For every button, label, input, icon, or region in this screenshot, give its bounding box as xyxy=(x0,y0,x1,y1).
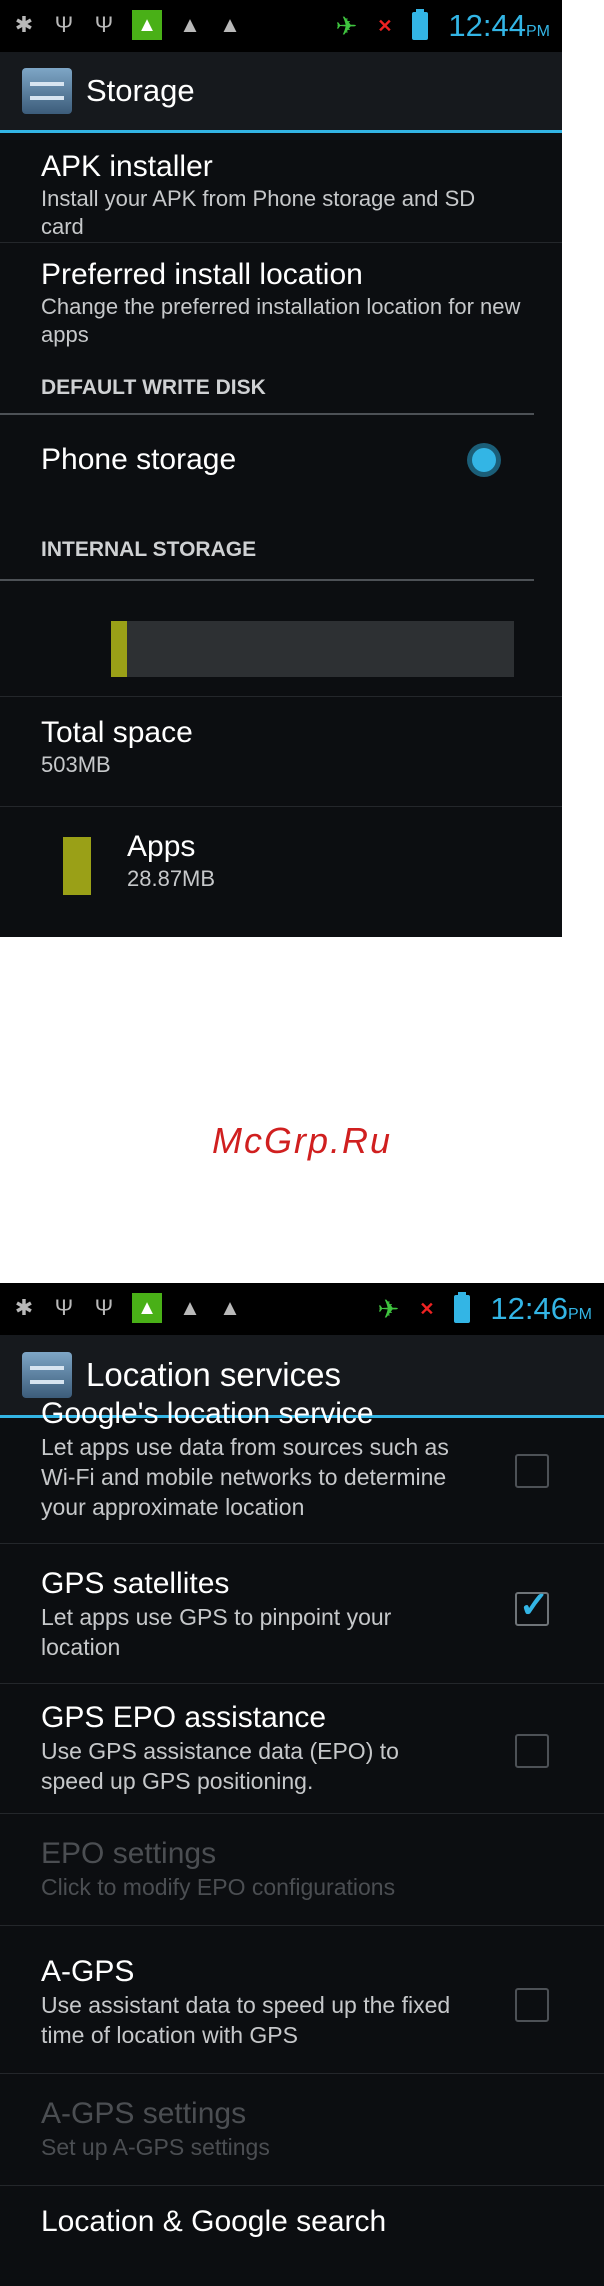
android-debug-icon: ✱ xyxy=(14,12,34,37)
gps-satellites-checkbox[interactable]: ✓ xyxy=(515,1584,549,1626)
airplane-icon: ✈ xyxy=(377,1293,400,1324)
item-summary: Use assistant data to speed up the fixed… xyxy=(41,1992,451,2048)
storage-usage-bar xyxy=(0,581,562,697)
item-summary: Let apps use data from sources such as W… xyxy=(41,1434,449,1520)
agps-item[interactable]: A-GPS Use assistant data to speed up the… xyxy=(0,1926,604,2074)
item-title: GPS satellites xyxy=(41,1567,230,1600)
warning-icon: ▲ xyxy=(219,12,241,37)
total-space-value: 503MB xyxy=(41,752,111,777)
apps-storage-item[interactable]: Apps 28.87MB xyxy=(0,807,562,917)
item-title: Location & Google search xyxy=(41,2205,387,2238)
watermark: McGrp.Ru xyxy=(211,1120,393,1161)
total-space-title: Total space xyxy=(41,716,193,749)
usage-bar-track xyxy=(111,621,514,677)
battery-icon xyxy=(412,9,429,40)
android-debug-icon: ✱ xyxy=(14,1295,34,1320)
item-title: A-GPS settings xyxy=(41,2097,247,2130)
internal-storage-header: INTERNAL STORAGE xyxy=(0,521,534,581)
gps-satellites-item[interactable]: GPS satellites Let apps use GPS to pinpo… xyxy=(0,1544,604,1684)
phone-storage-radio[interactable] xyxy=(472,448,496,472)
usb-icon: Ψ xyxy=(94,12,114,37)
status-bar: ✱ Ψ Ψ ▲ ▲ ▲ ✈ ✕ 12:46PM xyxy=(0,1283,604,1335)
location-services-screen: ✱ Ψ Ψ ▲ ▲ ▲ ✈ ✕ 12:46PM Location service… xyxy=(0,1283,604,2286)
google-location-checkbox[interactable] xyxy=(515,1454,549,1488)
page-title: Storage xyxy=(86,73,195,108)
usb-icon: Ψ xyxy=(94,1295,114,1320)
check-icon: ✓ xyxy=(519,1584,550,1625)
settings-app-icon[interactable] xyxy=(22,68,72,114)
location-google-search-item[interactable]: Location & Google search xyxy=(0,2186,604,2266)
phone-storage-option[interactable]: Phone storage xyxy=(0,415,562,505)
item-summary: Set up A-GPS settings xyxy=(41,2134,270,2160)
item-title: EPO settings xyxy=(41,1837,217,1870)
apps-value: 28.87MB xyxy=(127,866,216,891)
usb-icon: Ψ xyxy=(54,12,74,37)
item-summary: Click to modify EPO configurations xyxy=(41,1874,396,1900)
apk-installer-item[interactable]: APK installer Install your APK from Phon… xyxy=(0,133,562,243)
usage-bar-fill xyxy=(111,621,128,677)
google-location-service-item[interactable]: Google's location service Let apps use d… xyxy=(0,1396,604,1544)
settings-app-icon[interactable] xyxy=(22,1352,72,1398)
airplane-icon: ✈ xyxy=(335,10,358,41)
apps-color-swatch xyxy=(63,837,91,895)
agps-checkbox[interactable] xyxy=(515,1988,549,2022)
clock: 12:44PM xyxy=(448,8,550,43)
total-space-item: Total space 503MB xyxy=(0,697,562,807)
install-location-summary: Change the preferred installation locati… xyxy=(41,294,521,347)
warning-icon: ▲ xyxy=(179,12,201,37)
no-signal-icon: ✕ xyxy=(377,15,393,36)
apps-title: Apps xyxy=(127,830,196,863)
action-bar: Storage xyxy=(0,52,562,133)
item-summary: Use GPS assistance data (EPO) to speed u… xyxy=(41,1738,399,1794)
usb-icon: Ψ xyxy=(54,1295,74,1320)
storage-screen: ✱ Ψ Ψ ▲ ▲ ▲ ✈ ✕ 12:44PM Storage APK inst… xyxy=(0,0,562,937)
default-write-disk-header: DEFAULT WRITE DISK xyxy=(0,363,534,415)
warning-icon: ▲ xyxy=(219,1295,241,1320)
warning-green-icon: ▲ xyxy=(132,10,162,40)
epo-settings-item: EPO settings Click to modify EPO configu… xyxy=(0,1814,604,1926)
apk-installer-summary: Install your APK from Phone storage and … xyxy=(41,186,476,239)
battery-icon xyxy=(454,1292,471,1323)
warning-green-icon: ▲ xyxy=(132,1293,162,1323)
status-bar: ✱ Ψ Ψ ▲ ▲ ▲ ✈ ✕ 12:44PM xyxy=(0,0,562,52)
gps-epo-item[interactable]: GPS EPO assistance Use GPS assistance da… xyxy=(0,1684,604,1814)
item-summary: Let apps use GPS to pinpoint your locati… xyxy=(41,1604,392,1660)
item-title: A-GPS xyxy=(41,1955,135,1988)
phone-storage-label: Phone storage xyxy=(41,443,237,476)
install-location-title: Preferred install location xyxy=(41,258,363,291)
gps-epo-checkbox[interactable] xyxy=(515,1734,549,1768)
no-signal-icon: ✕ xyxy=(419,1298,435,1319)
page-title: Location services xyxy=(86,1356,341,1393)
agps-settings-item: A-GPS settings Set up A-GPS settings xyxy=(0,2074,604,2186)
warning-icon: ▲ xyxy=(179,1295,201,1320)
install-location-item[interactable]: Preferred install location Change the pr… xyxy=(0,243,562,363)
apk-installer-title: APK installer xyxy=(41,150,213,183)
clock: 12:46PM xyxy=(490,1291,592,1326)
item-title: Google's location service xyxy=(41,1397,374,1430)
item-title: GPS EPO assistance xyxy=(41,1701,327,1734)
